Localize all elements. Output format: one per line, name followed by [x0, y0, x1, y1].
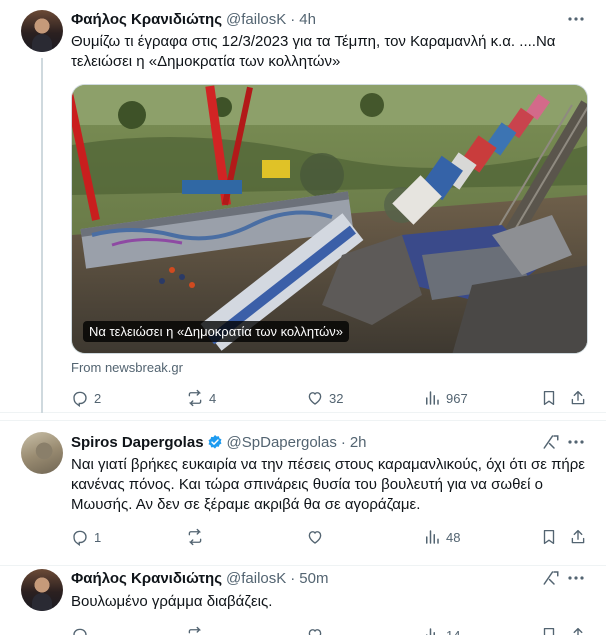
separator-dot: ·: [290, 10, 296, 28]
views-button[interactable]: 48: [423, 527, 460, 547]
action-bar: 14: [71, 625, 589, 635]
link-card-image[interactable]: Να τελειώσει η «Δημοκρατία των κολλητών»: [71, 84, 588, 354]
views-count: 14: [446, 627, 461, 635]
like-count: 32: [329, 390, 344, 406]
timestamp[interactable]: 4h: [299, 11, 316, 28]
tweet-header: Φαήλος Κρανιδιώτης @failosK · 4h: [71, 9, 316, 29]
views-count: 48: [446, 529, 461, 545]
tweet-2[interactable]: Spiros Dapergolas @SpDapergolas · 2h Ναι…: [0, 420, 606, 566]
repost-icon: [188, 389, 202, 407]
action-bar: 1 48: [71, 527, 589, 547]
media-caption: Να τελειώσει η «Δημοκρατία των κολλητών»: [83, 321, 349, 342]
grok-icon[interactable]: [542, 433, 560, 451]
timestamp[interactable]: 2h: [350, 434, 367, 451]
repost-button[interactable]: [186, 527, 204, 547]
tweet-text: Ναι γιατί βρήκες ευκαιρία να την πέσεις …: [71, 456, 585, 513]
author-handle[interactable]: @failosK: [226, 11, 286, 28]
repost-icon: [188, 528, 202, 546]
share-icon: [571, 529, 585, 544]
tweet-text: Θυμίζω τι έγραφα στις 12/3/2023 για τα Τ…: [71, 33, 556, 70]
avatar[interactable]: [21, 10, 63, 52]
bookmark-button[interactable]: [540, 388, 558, 408]
author-name[interactable]: Φαήλος Κρανιδιώτης: [71, 570, 222, 587]
like-icon: [308, 392, 322, 405]
bookmark-button[interactable]: [540, 527, 558, 547]
like-icon: [308, 531, 322, 544]
avatar[interactable]: [21, 432, 63, 474]
repost-icon: [188, 626, 202, 634]
separator-dot: ·: [340, 433, 346, 451]
author-name[interactable]: Spiros Dapergolas: [71, 434, 204, 451]
like-icon: [308, 629, 322, 635]
reply-button[interactable]: [71, 625, 89, 635]
share-icon: [573, 627, 583, 635]
bookmark-icon: [543, 390, 555, 406]
more-icon[interactable]: [566, 432, 586, 452]
views-button[interactable]: 14: [423, 625, 460, 635]
reply-button[interactable]: 1: [71, 527, 101, 547]
bookmark-icon: [543, 627, 555, 635]
more-icon[interactable]: [566, 568, 586, 588]
more-icon[interactable]: [566, 9, 586, 29]
action-bar: 2 4 32 967: [71, 388, 589, 408]
repost-button[interactable]: 4: [186, 388, 216, 408]
views-icon: [426, 628, 435, 635]
reply-count: 2: [94, 390, 102, 406]
avatar[interactable]: [21, 569, 63, 611]
tweet-text: Βουλωμένο γράμμα διαβάζεις.: [71, 593, 273, 610]
author-handle[interactable]: @SpDapergolas: [227, 434, 337, 451]
reply-icon: [73, 628, 87, 635]
reply-icon: [73, 530, 87, 546]
views-count: 967: [446, 390, 468, 406]
tweet-1[interactable]: Φαήλος Κρανιδιώτης @failosK · 4h Θυμίζω …: [0, 0, 606, 413]
tweet-3[interactable]: Φαήλος Κρανιδιώτης @failosK · 50m Βουλωμ…: [0, 567, 606, 635]
author-handle[interactable]: @failosK: [226, 570, 286, 587]
train-wreck-photo: [72, 85, 587, 353]
tweet-header: Φαήλος Κρανιδιώτης @failosK · 50m: [71, 568, 328, 588]
timestamp[interactable]: 50m: [299, 570, 328, 587]
views-icon: [426, 391, 439, 405]
verified-badge-icon: [208, 435, 222, 449]
views-button[interactable]: 967: [423, 388, 468, 408]
repost-button[interactable]: [186, 625, 204, 635]
views-icon: [426, 530, 439, 544]
like-button[interactable]: 32: [306, 388, 343, 408]
like-button[interactable]: [306, 527, 324, 547]
author-name[interactable]: Φαήλος Κρανιδιώτης: [71, 11, 222, 28]
share-button[interactable]: [569, 388, 587, 408]
share-icon: [571, 390, 585, 405]
grok-icon[interactable]: [542, 569, 560, 587]
reply-count: 1: [94, 529, 102, 545]
bookmark-button[interactable]: [540, 625, 558, 635]
link-source[interactable]: From newsbreak.gr: [71, 360, 183, 375]
share-button[interactable]: [569, 625, 587, 635]
like-button[interactable]: [306, 625, 324, 635]
separator-dot: ·: [290, 569, 296, 587]
reply-button[interactable]: 2: [71, 388, 101, 408]
reply-icon: [73, 391, 87, 407]
share-button[interactable]: [569, 527, 587, 547]
tweet-header: Spiros Dapergolas @SpDapergolas · 2h: [71, 432, 367, 452]
repost-count: 4: [209, 390, 217, 406]
thread-line: [41, 58, 43, 413]
bookmark-icon: [543, 529, 555, 545]
